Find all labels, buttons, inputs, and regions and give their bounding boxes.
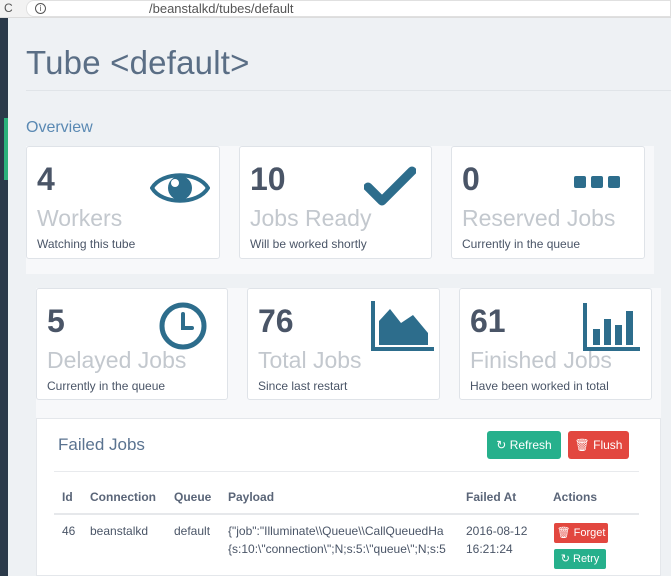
browser-address-bar: C i /beanstalkd/tubes/default: [0, 0, 671, 18]
stats-row-1: 4 Workers Watching this tube 10 Jobs Rea…: [26, 146, 654, 274]
stat-subtitle: Will be worked shortly: [250, 237, 367, 251]
retry-label: Retry: [573, 553, 600, 565]
stat-label: Delayed Jobs: [47, 347, 187, 373]
info-icon[interactable]: i: [35, 3, 46, 14]
stat-value: 4: [37, 161, 55, 197]
cell-id: 46: [62, 524, 76, 538]
stat-card-reserved-jobs: 0 Reserved Jobs Currently in the queue: [451, 146, 645, 259]
forget-label: Forget: [573, 527, 606, 539]
stat-label: Workers: [37, 205, 123, 231]
eye-icon: [150, 173, 210, 203]
title-divider: [26, 90, 671, 91]
stat-card-finished-jobs: 61 Finished Jobs Have been worked in tot…: [459, 288, 652, 400]
stat-value: 76: [258, 303, 294, 339]
area-chart-icon: [371, 301, 434, 351]
stat-subtitle: Currently in the queue: [47, 379, 166, 393]
retry-button[interactable]: ↻ Retry: [554, 549, 606, 569]
failed-jobs-panel: Failed Jobs ↻ Refresh 🗑 Flush Id Connect…: [36, 418, 661, 576]
main-content: Tube <default> Overview 4 Workers Watchi…: [8, 18, 671, 576]
cell-queue: default: [174, 524, 211, 538]
checkmark-icon: [364, 166, 416, 206]
flush-label: Flush: [593, 438, 623, 452]
cell-payload: {"job":"Illuminate\\Queue\\CallQueuedHa …: [228, 522, 459, 558]
cell-failed-time: 16:21:24: [466, 542, 513, 556]
trash-icon: 🗑: [556, 527, 571, 539]
column-header-queue: Queue: [174, 490, 212, 504]
reload-icon[interactable]: C: [4, 0, 13, 16]
stat-value: 0: [462, 161, 480, 197]
clock-icon: [159, 302, 207, 350]
failed-jobs-divider: [54, 471, 639, 472]
failed-jobs-title: Failed Jobs: [58, 435, 145, 454]
stats-row-2: 5 Delayed Jobs Currently in the queue 76…: [36, 288, 661, 428]
cell-connection: beanstalkd: [90, 524, 149, 538]
refresh-label: Refresh: [509, 438, 552, 452]
stat-card-total-jobs: 76 Total Jobs Since last restart: [247, 288, 440, 400]
column-header-id: Id: [62, 490, 73, 504]
column-header-actions: Actions: [553, 490, 598, 504]
stat-subtitle: Currently in the queue: [462, 237, 581, 251]
url-text: /beanstalkd/tubes/default: [149, 1, 294, 16]
refresh-icon: ↻: [496, 438, 507, 452]
refresh-icon: ↻: [560, 553, 570, 565]
url-field[interactable]: i /beanstalkd/tubes/default: [26, 0, 671, 17]
stat-card-jobs-ready: 10 Jobs Ready Will be worked shortly: [239, 146, 432, 259]
stat-label: Total Jobs: [258, 347, 362, 373]
section-title-overview: Overview: [26, 119, 93, 136]
column-header-failed-at: Failed At: [466, 490, 517, 504]
dots-icon: [574, 176, 620, 188]
stat-card-delayed-jobs: 5 Delayed Jobs Currently in the queue: [36, 288, 228, 400]
stat-subtitle: Have been worked in total: [470, 379, 609, 393]
refresh-button[interactable]: ↻ Refresh: [487, 431, 561, 459]
bar-chart-icon: [583, 303, 640, 351]
stat-subtitle: Since last restart: [258, 379, 348, 393]
stat-value: 61: [470, 303, 506, 339]
stat-value: 5: [47, 303, 65, 339]
sidebar: [0, 18, 8, 576]
forget-button[interactable]: 🗑 Forget: [554, 523, 608, 543]
trash-icon: 🗑: [574, 438, 590, 452]
stat-label: Jobs Ready: [250, 205, 372, 231]
stat-label: Reserved Jobs: [462, 205, 616, 231]
table-header-divider: [54, 513, 639, 515]
stat-subtitle: Watching this tube: [37, 237, 136, 251]
payload-line: {"job":"Illuminate\\Queue\\CallQueuedHa: [228, 524, 444, 538]
stat-value: 10: [250, 161, 286, 197]
stat-card-workers: 4 Workers Watching this tube: [26, 146, 220, 259]
column-header-payload: Payload: [228, 490, 275, 504]
cell-failed-date: 2016-08-12: [466, 524, 528, 538]
flush-button[interactable]: 🗑 Flush: [568, 431, 629, 459]
page-title: Tube <default>: [26, 44, 250, 81]
payload-line: {s:10:\"connection\";N;s:5:\"queue\";N;s…: [228, 542, 446, 556]
column-header-connection: Connection: [90, 490, 156, 504]
